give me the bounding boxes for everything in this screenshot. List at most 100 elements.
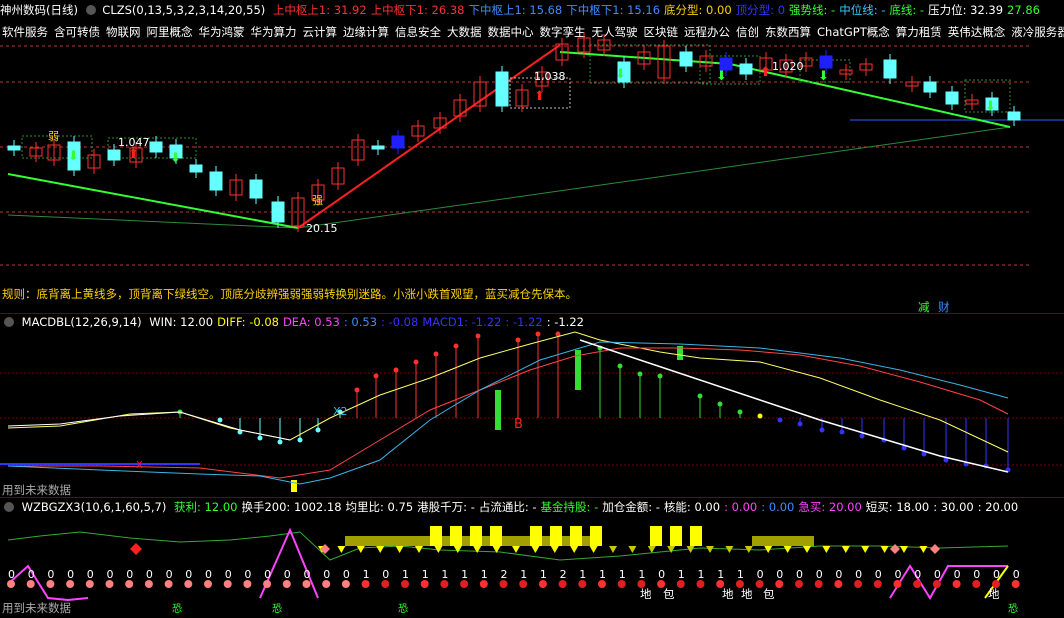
down-arrow-icon: ⬇ [985,99,996,114]
candle-body [271,201,285,223]
panel-separator [0,497,1064,498]
wz-marker [647,546,656,553]
wz-bottom-label: 地 [741,587,753,601]
chart-canvas: ⬇ ⬆ ⬇ ⬆ ⬇ ⬇ ⬆ ⬇ ⬇ 0000000000000000001011… [0,32,1064,602]
settings-icon[interactable] [4,502,14,512]
wz-digit: 0 [323,568,330,581]
down-arrow-icon: ⬇ [818,69,829,84]
wz-block [650,526,662,546]
wz-digit: 1 [579,568,586,581]
wz-dot [873,580,882,588]
macd-dot [373,373,379,379]
wz-digits: 0000000000000000001011111211211110111100… [7,568,1020,588]
up-arrow-icon: ⬆ [534,89,545,104]
wz-value: 核能: 0.00 [663,500,721,514]
macd-dot [535,331,541,337]
settings-icon[interactable] [4,317,14,327]
wz-dot [617,580,626,588]
macd-histogram [177,331,1011,492]
candle-body [883,59,897,79]
wz-digit: 1 [737,568,744,581]
wz-digit: 0 [954,568,961,581]
wz-dot [46,580,55,588]
rule-text: 规则：底背离上黄线多，顶背离下绿线空。顶底分歧辨强弱强弱转换别迷路。小涨小跌首观… [2,287,577,301]
wz-digit: 1 [481,568,488,581]
wz-dot [361,580,370,588]
candle-body [249,179,263,199]
candle-body [371,145,385,150]
wz-digit: 0 [934,568,941,581]
wz-marker [589,546,598,553]
macd-value: : -0.08 [381,315,419,329]
wz-marker [531,546,540,553]
wz-diamond [890,544,900,554]
macd-values: WIN: 12.00 DIFF: -0.08 DEA: 0.53: 0.53: -0… [149,315,588,329]
wz-digit: 1 [619,568,626,581]
wz-dot [460,580,469,588]
macd-b-label: B [514,417,523,432]
wz-bottom-label: 包 [763,587,775,601]
macd-dot [697,393,703,399]
wz-marker [822,546,831,553]
wz-bottom-label: 包 [663,587,675,601]
wz-value: : 20.00 [977,500,1019,514]
price-mid1-label: 1.047 [118,136,150,149]
wz-block [670,526,682,546]
wz-block [550,526,562,546]
macd-dot [737,409,743,415]
wz-digit: 0 [855,568,862,581]
wz-dot [854,580,863,588]
macd-x-label: X [136,460,143,471]
wz-footer: 用到未来数据 [2,601,71,615]
wz-marker [783,546,792,553]
wz-value: 短买: 18.00 [865,500,930,514]
wz-kong-label: 恐 [398,604,408,615]
wz-dot [952,580,961,588]
wz-kong-label: 恐 [1008,604,1018,615]
wz-dot [164,580,173,588]
weak-marker: 弱 [48,130,59,143]
wz-digit: 0 [757,568,764,581]
wz-marker [356,546,365,553]
wz-marker [570,546,579,553]
macd-dot [257,435,263,441]
macd-x2-label: X2 [333,405,348,418]
wz-value: 加仓金额: - [602,500,660,514]
wz-dot [401,580,409,588]
wz-dot [66,580,75,588]
wz-digit: 0 [166,568,173,581]
panel-separator [0,313,1064,314]
down-arrow-icon: ⬇ [170,151,181,166]
wz-kong-label: 恐 [172,604,182,615]
macd-dot [717,401,723,407]
price-high1-label: 1.038 [534,70,566,83]
wz-digit: 1 [717,568,724,581]
wz-dot [814,580,823,588]
wz-dot [598,580,606,588]
wz-block [450,526,462,546]
wz-value: 急买: 20.00 [798,500,862,514]
wz-marker [609,546,617,553]
macd-dot [617,363,623,369]
wz-marker [706,546,714,553]
wz-marker [453,546,462,553]
wz-dot [676,580,685,588]
macd-dot [433,351,439,357]
candle-body [923,81,937,93]
wz-dot [341,580,350,588]
macd-dot [657,373,663,379]
wz-digit: 1 [698,568,705,581]
wz-block [430,526,442,546]
macd-dot [413,359,419,365]
macd-dot [217,417,223,423]
wz-digit: 0 [304,568,311,581]
wz-digit: 0 [205,568,212,581]
wz-dot [893,580,902,588]
wz-dot [420,580,429,588]
macd-value: DIFF: -0.08 [217,315,279,329]
macd-value: : 0.53 [343,315,378,329]
wz-bottom-label: 地 [988,587,1000,601]
wz-dot [204,580,212,588]
wz-dot [558,580,567,588]
wz-block [570,526,582,546]
